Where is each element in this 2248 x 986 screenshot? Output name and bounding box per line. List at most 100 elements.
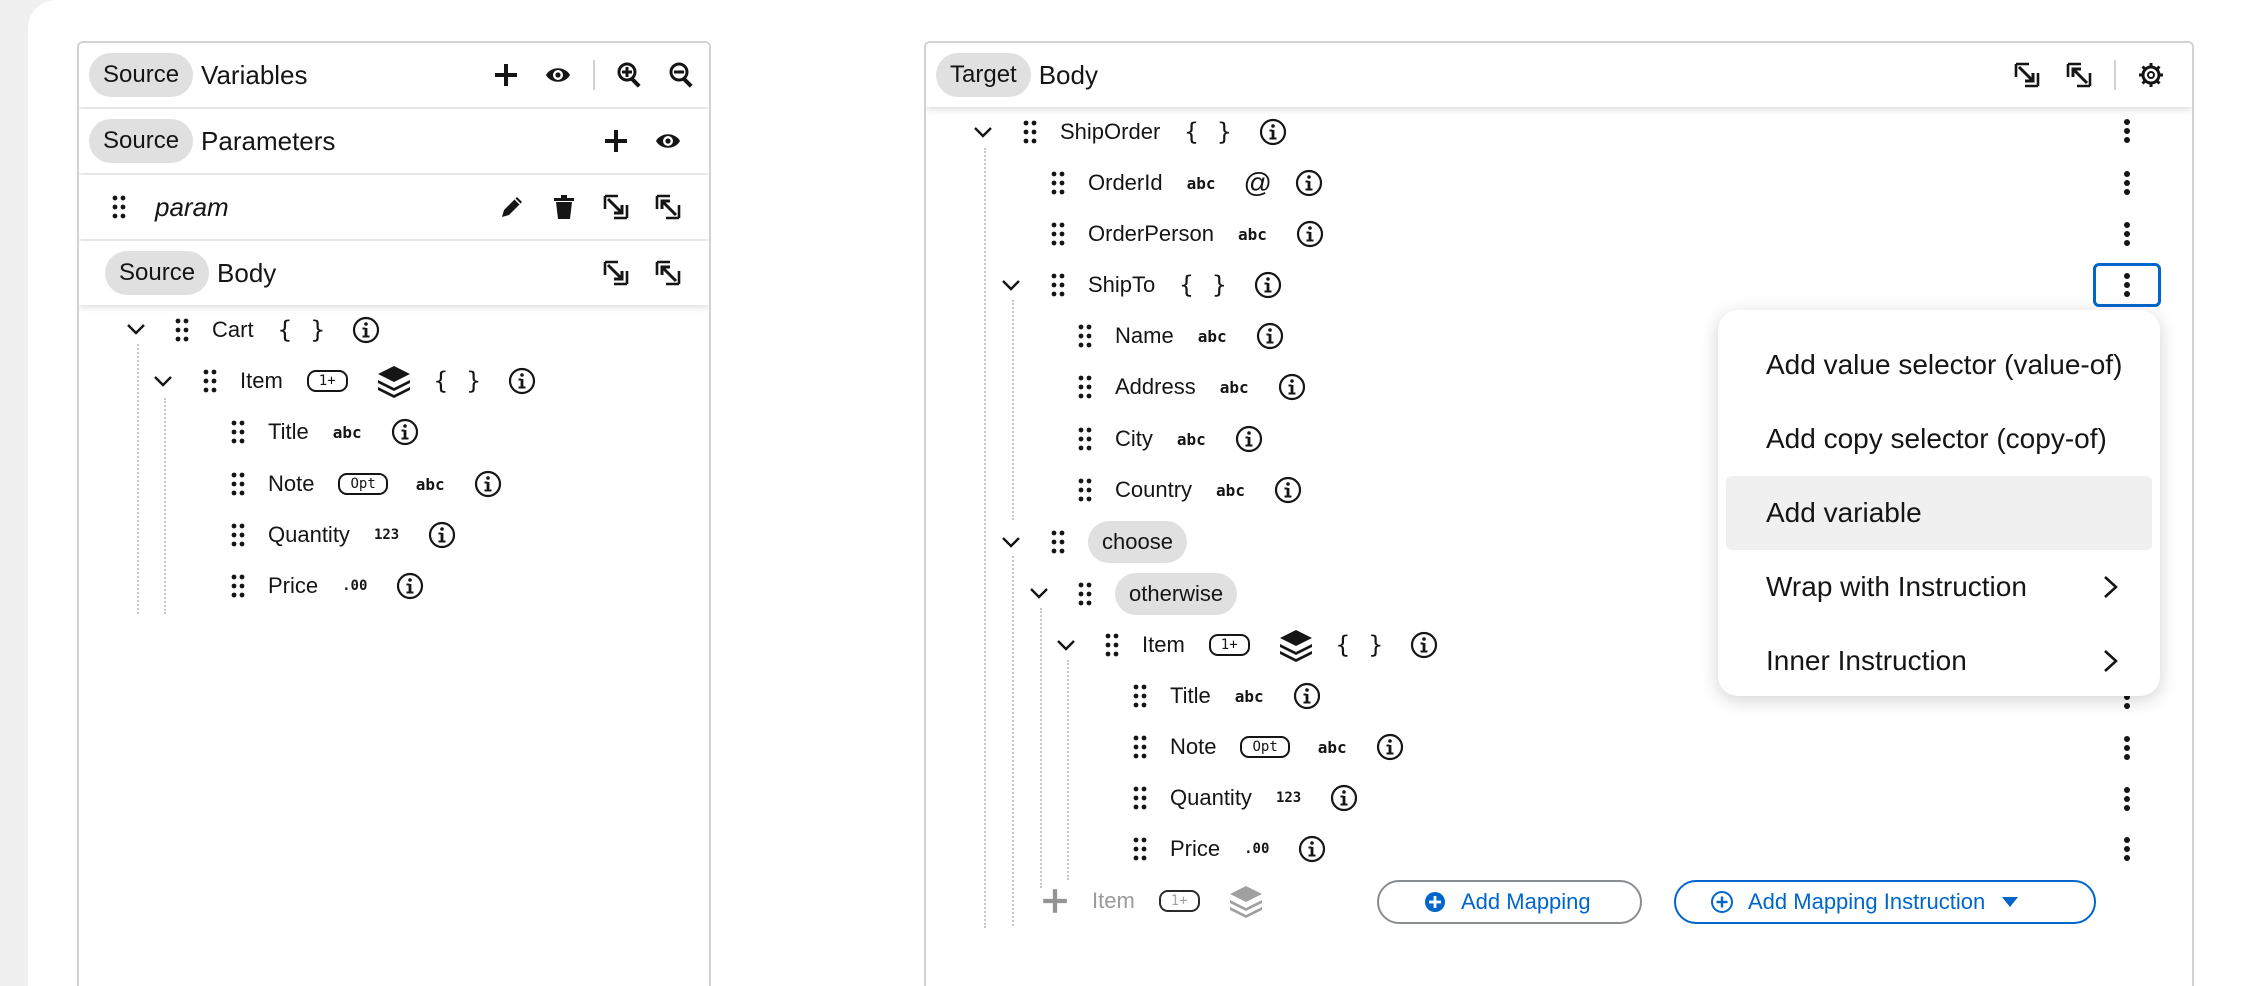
tree-node-orderperson[interactable]: OrderPerson abc xyxy=(1048,214,1325,254)
grip-icon[interactable] xyxy=(1130,783,1150,813)
node-actions-button[interactable] xyxy=(2110,217,2144,251)
info-icon[interactable] xyxy=(427,520,457,550)
info-icon[interactable] xyxy=(1297,834,1327,864)
grip-icon[interactable] xyxy=(1020,117,1040,147)
grip-icon[interactable] xyxy=(172,315,192,345)
grip-icon[interactable] xyxy=(1048,527,1068,557)
tree-node-field[interactable]: Note Opt abc xyxy=(1130,727,1405,767)
grip-icon[interactable] xyxy=(1075,372,1095,402)
grip-icon[interactable] xyxy=(1048,270,1068,300)
chevron-down-icon[interactable] xyxy=(150,368,176,394)
node-actions-button[interactable] xyxy=(2110,782,2144,816)
tree-node-field[interactable]: Quantity 123 xyxy=(1130,778,1359,818)
grip-icon[interactable] xyxy=(228,469,248,499)
tree-node-field[interactable]: Title abc xyxy=(228,412,420,452)
add-variable-button[interactable] xyxy=(489,58,523,92)
info-icon[interactable] xyxy=(507,366,537,396)
grip-icon[interactable] xyxy=(228,571,248,601)
grip-icon[interactable] xyxy=(1130,681,1150,711)
chevron-down-icon[interactable] xyxy=(998,529,1024,555)
info-icon[interactable] xyxy=(1253,270,1283,300)
instruction-choose[interactable]: choose xyxy=(1048,521,1187,563)
menu-item-add-copy-selector[interactable]: Add copy selector (copy-of) xyxy=(1726,402,2152,476)
tree-node-cart[interactable]: Cart { } xyxy=(172,310,381,350)
grip-icon[interactable] xyxy=(1130,732,1150,762)
settings-button[interactable] xyxy=(2134,58,2168,92)
info-icon[interactable] xyxy=(1273,475,1303,505)
node-context-menu: Add value selector (value-of) Add copy s… xyxy=(1718,310,2160,696)
info-icon[interactable] xyxy=(1234,424,1264,454)
tree-node-field[interactable]: Note Opt abc xyxy=(228,464,503,504)
tree-node-item[interactable]: Item 1+ { } xyxy=(1102,625,1439,665)
node-actions-button[interactable] xyxy=(2110,166,2144,200)
grip-icon[interactable] xyxy=(109,192,129,222)
grip-icon[interactable] xyxy=(1102,630,1122,660)
grip-icon[interactable] xyxy=(1130,834,1150,864)
grip-icon[interactable] xyxy=(1075,579,1095,609)
tree-node-field[interactable]: Price .00 xyxy=(1130,829,1327,869)
grip-icon[interactable] xyxy=(1048,168,1068,198)
tree-node-field[interactable]: Price .00 xyxy=(228,566,425,606)
add-unmapped-item-row[interactable]: Item 1+ xyxy=(1040,881,1286,921)
info-icon[interactable] xyxy=(1294,168,1324,198)
info-icon[interactable] xyxy=(395,571,425,601)
add-mapping-button[interactable]: Add Mapping xyxy=(1377,880,1642,924)
show-variables-button[interactable] xyxy=(541,58,575,92)
collapse-button[interactable] xyxy=(599,190,633,224)
add-mapping-instruction-button[interactable]: Add Mapping Instruction xyxy=(1674,880,2096,924)
tree-node-field[interactable]: City abc xyxy=(1075,419,1264,459)
chevron-down-icon[interactable] xyxy=(1053,632,1079,658)
info-icon[interactable] xyxy=(1295,219,1325,249)
menu-item-add-value-selector[interactable]: Add value selector (value-of) xyxy=(1726,328,2152,402)
node-actions-button[interactable] xyxy=(2110,832,2144,866)
chevron-down-icon[interactable] xyxy=(1026,580,1052,606)
info-icon[interactable] xyxy=(1375,732,1405,762)
chevron-down-icon[interactable] xyxy=(123,316,149,342)
collapse-button[interactable] xyxy=(599,256,633,290)
chevron-down-icon[interactable] xyxy=(998,272,1024,298)
info-icon[interactable] xyxy=(351,315,381,345)
info-icon[interactable] xyxy=(473,469,503,499)
menu-item-add-variable[interactable]: Add variable xyxy=(1726,476,2152,550)
grip-icon[interactable] xyxy=(228,520,248,550)
menu-item-inner-instruction[interactable]: Inner Instruction xyxy=(1726,624,2152,698)
add-parameter-button[interactable] xyxy=(599,124,633,158)
grip-icon[interactable] xyxy=(1075,475,1095,505)
info-icon[interactable] xyxy=(1329,783,1359,813)
info-icon[interactable] xyxy=(1292,681,1322,711)
tree-node-field[interactable]: Country abc xyxy=(1075,470,1303,510)
collapse-button[interactable] xyxy=(2010,58,2044,92)
info-icon[interactable] xyxy=(1409,630,1439,660)
tree-node-item[interactable]: Item 1+ { } xyxy=(200,361,537,401)
edit-parameter-button[interactable] xyxy=(495,190,529,224)
grip-icon[interactable] xyxy=(1075,321,1095,351)
tree-node-field[interactable]: Title abc xyxy=(1130,676,1322,716)
zoom-in-button[interactable] xyxy=(613,58,647,92)
tree-node-shiporder[interactable]: ShipOrder { } xyxy=(1020,112,1288,152)
expand-button[interactable] xyxy=(2062,58,2096,92)
instruction-otherwise[interactable]: otherwise xyxy=(1075,573,1238,615)
info-icon[interactable] xyxy=(1277,372,1307,402)
zoom-out-button[interactable] xyxy=(665,58,699,92)
tree-node-field[interactable]: Quantity 123 xyxy=(228,515,457,555)
chevron-down-icon[interactable] xyxy=(970,119,996,145)
show-parameters-button[interactable] xyxy=(651,124,685,158)
tree-node-shipto[interactable]: ShipTo { } xyxy=(1048,265,1283,305)
grip-icon[interactable] xyxy=(200,366,220,396)
delete-parameter-button[interactable] xyxy=(547,190,581,224)
expand-button[interactable] xyxy=(651,190,685,224)
info-icon[interactable] xyxy=(1255,321,1285,351)
info-icon[interactable] xyxy=(1258,117,1288,147)
info-icon[interactable] xyxy=(390,417,420,447)
node-actions-button-active[interactable] xyxy=(2093,263,2161,307)
grip-icon[interactable] xyxy=(1048,219,1068,249)
menu-item-wrap-with-instruction[interactable]: Wrap with Instruction xyxy=(1726,550,2152,624)
tree-node-field[interactable]: Address abc xyxy=(1075,367,1307,407)
expand-button[interactable] xyxy=(651,256,685,290)
grip-icon[interactable] xyxy=(228,417,248,447)
node-actions-button[interactable] xyxy=(2110,114,2144,148)
node-actions-button[interactable] xyxy=(2110,731,2144,765)
grip-icon[interactable] xyxy=(1075,424,1095,454)
tree-node-field[interactable]: Name abc xyxy=(1075,316,1285,356)
tree-node-orderid[interactable]: OrderId abc @ xyxy=(1048,163,1324,203)
